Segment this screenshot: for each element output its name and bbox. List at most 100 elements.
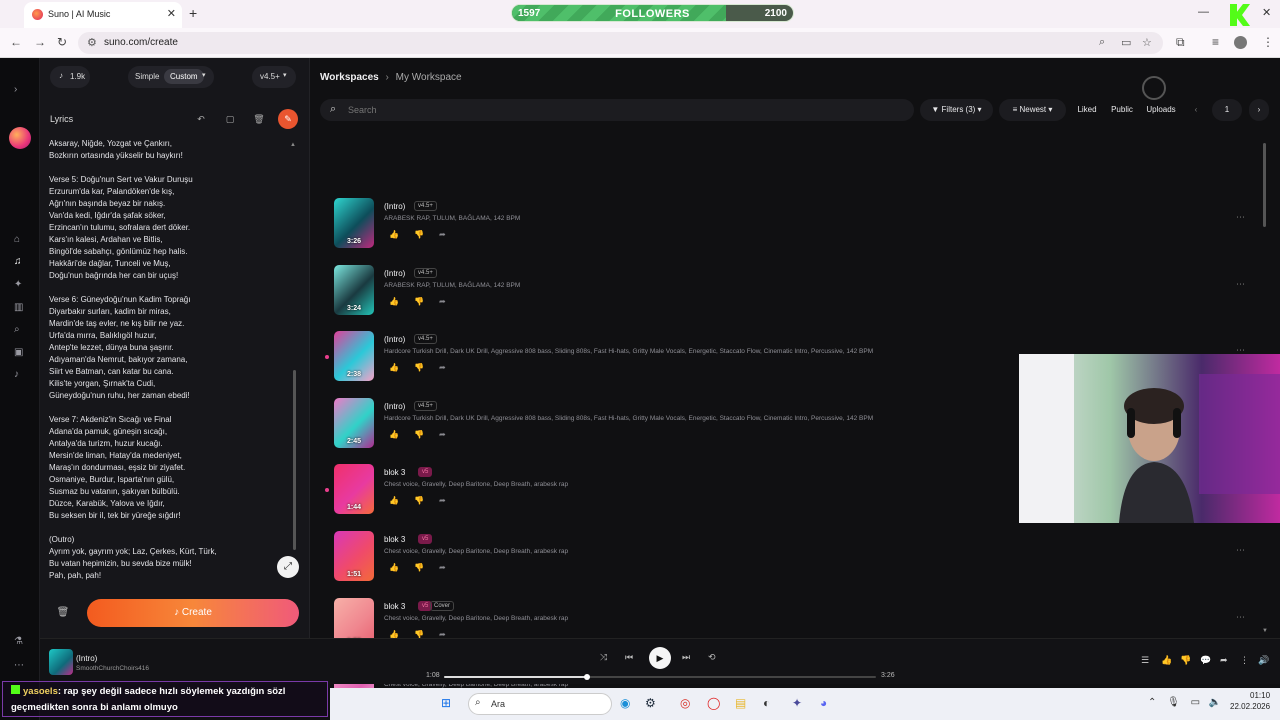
song-title[interactable]: (Intro) [384, 335, 405, 344]
search-input[interactable] [348, 103, 748, 117]
song-cover[interactable]: 2:45 [334, 398, 374, 448]
song-row[interactable]: 3:24 (Intro) v4.5+ ARABESK RAP, TULUM, BAĞL… [334, 265, 1264, 317]
progress-knob[interactable] [583, 674, 590, 680]
share-icon[interactable]: ➦ [439, 230, 446, 239]
ai-lyrics-button[interactable]: ✎ [278, 109, 298, 129]
play-button[interactable]: ▶ [649, 647, 671, 669]
file-explorer-icon[interactable]: ▤ [735, 696, 746, 710]
breadcrumb-workspaces[interactable]: Workspaces [320, 72, 379, 83]
song-title[interactable]: (Intro) [384, 269, 405, 278]
lyrics-textarea[interactable]: Aksaray, Niğde, Yozgat ve Çankırı, Bozkı… [49, 138, 289, 580]
thumbs-down-icon[interactable]: 👎 [414, 496, 424, 505]
close-window-icon[interactable]: ✕ [1262, 6, 1271, 19]
minimize-icon[interactable]: — [1198, 6, 1209, 18]
share-icon[interactable]: ➦ [439, 297, 446, 306]
credits-badge[interactable]: ♪ 1.9k [50, 66, 90, 88]
opera-icon[interactable]: ◯ [707, 696, 720, 710]
chevron-down-icon[interactable]: ▾ [202, 71, 206, 79]
windows-start-icon[interactable]: ⊞ [441, 696, 451, 710]
share-icon[interactable]: ➦ [1220, 655, 1228, 666]
song-row[interactable]: 3:26 (Intro) v4.5+ ARABESK RAP, TULUM, BAĞL… [334, 198, 1264, 250]
clear-button[interactable]: 🗑 [53, 603, 73, 623]
thumbs-up-icon[interactable]: 👍 [389, 230, 399, 239]
prev-page-icon[interactable]: ‹ [1186, 99, 1206, 121]
scroll-down-icon[interactable]: ▼ [1262, 628, 1268, 634]
song-cover[interactable]: 1:44 [334, 464, 374, 514]
new-tab-icon[interactable]: + [189, 5, 197, 21]
share-icon[interactable]: ➦ [439, 363, 446, 372]
sort-button[interactable]: ≡ Newest ▾ [999, 99, 1066, 121]
expand-sidebar-icon[interactable]: › [14, 84, 17, 95]
extensions-icon[interactable]: ⧉ [1176, 35, 1185, 50]
song-row[interactable]: 1:51 blok 3 v5 Chest voice, Gravelly, Deep … [334, 531, 1264, 583]
microphone-icon[interactable]: 🎙 [1167, 697, 1180, 708]
page-number[interactable]: 1 [1212, 99, 1242, 121]
app-icon[interactable]: ✦ [792, 696, 802, 710]
address-bar[interactable]: ⚙ suno.com/create ⌕ ▭ ☆ [78, 32, 1163, 54]
upgrade-icon[interactable]: ⚗ [14, 636, 23, 647]
close-tab-icon[interactable]: ✕ [167, 7, 176, 20]
thumbs-down-icon[interactable]: 👎 [414, 230, 424, 239]
thumbs-up-icon[interactable]: 👍 [389, 430, 399, 439]
copy-icon[interactable]: ▢ [220, 109, 240, 129]
scroll-up-icon[interactable]: ▲ [290, 142, 296, 148]
uploads-filter[interactable]: Uploads [1143, 99, 1179, 121]
liked-filter[interactable]: Liked [1073, 99, 1101, 121]
filters-button[interactable]: ▼ Filters (3) ▾ [920, 99, 993, 121]
thumbs-up-icon[interactable]: 👍 [389, 297, 399, 306]
dislike-icon[interactable]: 👎 [1180, 655, 1191, 666]
lyrics-scrollbar[interactable] [293, 370, 296, 550]
song-title[interactable]: blok 3 [384, 468, 405, 477]
more-options-icon[interactable]: ⋮ [1240, 655, 1249, 666]
thumbs-up-icon[interactable]: 👍 [389, 496, 399, 505]
song-title[interactable]: blok 3 [384, 535, 405, 544]
trash-icon[interactable]: 🗑 [249, 109, 269, 129]
more-options-icon[interactable]: ⋯ [1236, 279, 1245, 290]
shuffle-icon[interactable]: ⤨ [600, 652, 607, 663]
comment-icon[interactable]: 💬 [1200, 655, 1211, 666]
song-title[interactable]: (Intro) [384, 402, 405, 411]
next-track-icon[interactable]: ⏭ [682, 652, 690, 663]
search-nav-icon[interactable]: ⌕ [14, 324, 20, 335]
thumbs-down-icon[interactable]: 👎 [414, 430, 424, 439]
now-playing-cover[interactable] [49, 649, 73, 675]
undo-icon[interactable]: ↶ [191, 109, 211, 129]
song-title[interactable]: blok 3 [384, 602, 405, 611]
home-icon[interactable]: ⌂ [14, 234, 20, 245]
expand-lyrics-button[interactable]: ⤢ [277, 556, 299, 578]
browser-tab[interactable]: Suno | AI Music ✕ [24, 2, 182, 28]
create-button[interactable]: ♪ Create [87, 599, 299, 627]
chrome-icon[interactable]: ◎ [680, 696, 690, 710]
tray-expand-icon[interactable]: ⌃ [1148, 697, 1156, 708]
model-selector[interactable]: v4.5+ ▾ [252, 66, 296, 88]
queue-icon[interactable]: ☰ [1141, 655, 1149, 666]
public-filter[interactable]: Public [1108, 99, 1136, 121]
previous-track-icon[interactable]: ⏮ [625, 652, 633, 663]
explore-icon[interactable]: ✦ [14, 279, 22, 290]
thumbs-down-icon[interactable]: 👎 [414, 363, 424, 372]
system-clock[interactable]: 01:10 22.02.2026 [1230, 690, 1270, 712]
forward-icon[interactable]: → [34, 35, 46, 49]
thumbs-up-icon[interactable]: 👍 [389, 563, 399, 572]
song-title[interactable]: (Intro) [384, 202, 405, 211]
thumbs-down-icon[interactable]: 👎 [414, 563, 424, 572]
reload-icon[interactable]: ↻ [57, 35, 67, 49]
speaker-icon[interactable]: 🔈 [1209, 697, 1221, 708]
discord-icon[interactable]: ◕ [820, 696, 827, 710]
song-cover[interactable]: 3:24 [334, 265, 374, 315]
network-icon[interactable]: ▭ [1191, 697, 1200, 708]
profile-avatar[interactable] [1234, 36, 1247, 49]
notifications-icon[interactable]: ♪ [14, 369, 19, 380]
next-page-icon[interactable]: › [1249, 99, 1269, 121]
more-nav-icon[interactable]: ⋯ [14, 660, 24, 671]
like-icon[interactable]: 👍 [1161, 655, 1172, 666]
volume-icon[interactable]: 🔊 [1258, 655, 1269, 666]
breadcrumb-current[interactable]: My Workspace [396, 72, 462, 83]
share-icon[interactable]: ➦ [439, 563, 446, 572]
menu-icon[interactable]: ⋮ [1262, 35, 1274, 49]
playback-progress[interactable] [444, 674, 876, 680]
site-info-icon[interactable]: ⚙ [87, 36, 97, 49]
bookmark-star-icon[interactable]: ☆ [1142, 36, 1152, 49]
studio-icon[interactable]: ▣ [14, 347, 23, 358]
reading-list-icon[interactable]: ≡ [1212, 35, 1219, 49]
